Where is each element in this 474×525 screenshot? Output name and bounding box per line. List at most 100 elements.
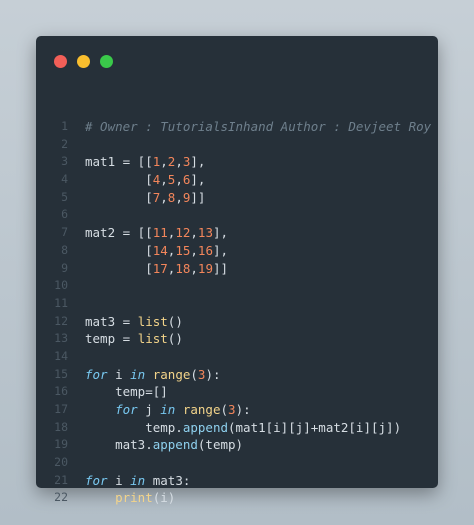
code-token-keyword: for: [115, 402, 138, 417]
code-text: temp.append(mat1[i][j]+mat2[i][j]): [85, 419, 401, 437]
code-token-plain: ):: [235, 402, 251, 417]
line-number: 9: [61, 260, 68, 275]
line-number: 10: [54, 278, 68, 293]
code-token-plain: ,: [190, 225, 198, 241]
code-token-plain: ):: [205, 366, 221, 382]
code-token-plain: [: [85, 242, 153, 258]
line-number: 19: [54, 437, 68, 452]
code-line: 5 [7,8,9]]: [36, 189, 438, 207]
code-token-keyword: in: [160, 402, 176, 417]
code-token-plain: ,: [160, 189, 168, 205]
code-text: [17,18,19]]: [85, 260, 228, 278]
code-text: mat3 = list(): [85, 313, 183, 331]
line-number: 22: [54, 490, 68, 505]
code-token-number: 18: [175, 260, 191, 276]
line-number: 12: [54, 313, 68, 328]
code-text: [14,15,16],: [85, 242, 228, 260]
code-text: for j in range(3):: [85, 401, 251, 419]
code-token-plain: j: [137, 402, 161, 417]
code-token-plain: ]]: [190, 189, 206, 205]
line-number: 18: [54, 419, 68, 434]
code-token-number: 19: [197, 260, 213, 276]
code-token-plain: i: [107, 366, 131, 382]
code-token-plain: (: [220, 402, 229, 417]
code-text: [4,5,6],: [85, 171, 205, 189]
close-button[interactable]: [54, 55, 67, 68]
code-token-func: range: [152, 366, 191, 382]
code-token-number: 3: [228, 402, 236, 417]
code-token-func: list: [137, 313, 168, 329]
line-number: 7: [61, 225, 68, 240]
code-line: 8 [14,15,16],: [36, 242, 438, 260]
line-number: 6: [61, 207, 68, 222]
line-number: 15: [54, 366, 68, 381]
code-token-func: print: [115, 490, 153, 506]
code-token-keyword: for: [85, 366, 108, 382]
code-line: 19 mat3.append(temp): [36, 436, 438, 454]
code-text: [7,8,9]]: [85, 189, 205, 207]
code-token-plain: ],: [190, 172, 206, 188]
code-token-keyword: in: [130, 472, 146, 488]
code-line: 16 temp=[]: [36, 383, 438, 401]
code-line: 9 [17,18,19]]: [36, 260, 438, 278]
code-token-plain: temp.: [85, 419, 183, 435]
code-token-plain: (): [167, 331, 183, 347]
code-token-plain: ,: [175, 154, 183, 170]
code-token-keyword: for: [85, 472, 108, 488]
code-line: 20: [36, 454, 438, 472]
line-number: 16: [54, 384, 68, 399]
code-token-number: 16: [197, 242, 213, 258]
line-number: 14: [54, 348, 68, 363]
code-token-plain: mat3:: [145, 472, 191, 488]
line-number: 1: [61, 119, 68, 133]
code-line: 22 print(i): [36, 489, 438, 507]
code-line: 18 temp.append(mat1[i][j]+mat2[i][j]): [36, 419, 438, 437]
code-text: # Owner : TutorialsInhand Author : Devje…: [85, 118, 431, 136]
code-token-plain: ],: [212, 242, 229, 258]
code-token-number: 17: [152, 260, 168, 276]
code-token-plain: ,: [175, 172, 183, 188]
code-text: for i in mat3:: [85, 472, 190, 490]
line-number: 5: [61, 189, 68, 204]
zoom-button[interactable]: [100, 55, 113, 68]
code-token-plain: ,: [160, 172, 168, 188]
code-text: for i in range(3):: [85, 366, 221, 384]
line-number: 13: [54, 331, 68, 346]
code-token-number: 13: [197, 225, 213, 241]
code-token-plain: [: [85, 189, 153, 205]
code-token-plain: ,: [190, 242, 198, 258]
line-number: 17: [54, 402, 68, 416]
code-token-plain: (): [167, 313, 183, 329]
code-line: 17 for j in range(3):: [36, 401, 438, 419]
line-number: 11: [54, 295, 68, 310]
line-number: 3: [61, 154, 68, 169]
code-token-plain: [: [85, 172, 153, 188]
code-line: 11: [36, 295, 438, 313]
code-token-plain: ],: [212, 225, 229, 241]
code-token-plain: ,: [175, 189, 183, 205]
line-number: 4: [61, 172, 68, 187]
code-token-plain: mat2 = [[: [85, 225, 153, 241]
minimize-button[interactable]: [77, 55, 90, 68]
code-token-plain: ]]: [212, 260, 229, 276]
window-titlebar: [36, 36, 438, 86]
code-token-keyword: in: [130, 366, 146, 382]
code-text: temp=[]: [85, 383, 168, 401]
code-token-number: 12: [175, 225, 191, 241]
code-line: 6: [36, 206, 438, 224]
code-token-comment: # Owner : TutorialsInhand Author : Devje…: [85, 119, 432, 134]
code-line: 15 for i in range(3):: [36, 366, 438, 384]
code-text: mat2 = [[11,12,13],: [85, 224, 228, 242]
code-line: 3 mat1 = [[1,2,3],: [36, 153, 438, 171]
code-token-plain: (i): [152, 490, 176, 506]
code-token-func: range: [182, 402, 221, 417]
code-token-plain: ],: [190, 154, 206, 170]
code-token-plain: i: [107, 472, 131, 488]
line-number: 8: [61, 242, 68, 257]
line-number: 20: [54, 455, 68, 470]
code-token-plain: temp=[]: [85, 384, 168, 400]
code-editor: 1 # Owner : TutorialsInhand Author : Devj…: [36, 118, 438, 507]
